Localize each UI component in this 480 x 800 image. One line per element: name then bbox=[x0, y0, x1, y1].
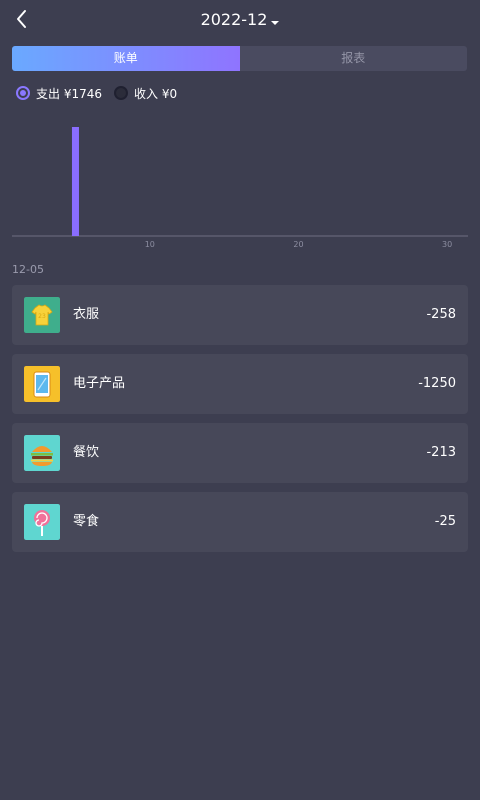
expense-label: 支出 ¥1746 bbox=[36, 86, 102, 101]
x-tick-label: 10 bbox=[145, 240, 155, 249]
x-tick-label: 20 bbox=[293, 240, 303, 249]
item-category: 餐饮 bbox=[73, 445, 100, 460]
income-radio[interactable]: 收入 ¥0 bbox=[114, 85, 177, 102]
month-label: 2022-12 bbox=[200, 10, 268, 29]
item-amount: -258 bbox=[426, 307, 456, 322]
daily-expense-chart: 10 20 30 bbox=[12, 127, 468, 249]
item-amount: -25 bbox=[434, 514, 456, 529]
item-category: 衣服 bbox=[73, 307, 100, 322]
item-category: 电子产品 bbox=[73, 376, 126, 391]
transaction-list: 23 衣服 -258 电子产品 -1250 餐饮 -213 零食 -25 bbox=[12, 285, 468, 561]
radio-unselected-icon bbox=[114, 86, 128, 100]
radio-selected-icon bbox=[16, 86, 30, 100]
shirt-icon: 23 bbox=[24, 297, 60, 333]
item-category: 零食 bbox=[73, 514, 100, 529]
item-amount: -213 bbox=[426, 445, 456, 460]
burger-icon bbox=[24, 435, 60, 471]
header-bar: 2022-12 bbox=[0, 0, 480, 40]
tab-bills[interactable]: 账单 bbox=[12, 46, 240, 71]
x-tick-label: 30 bbox=[442, 240, 452, 249]
view-tabs: 账单 报表 bbox=[12, 46, 467, 71]
list-item[interactable]: 餐饮 -213 bbox=[12, 423, 468, 483]
expense-radio[interactable]: 支出 ¥1746 bbox=[16, 85, 102, 102]
svg-text:23: 23 bbox=[38, 313, 46, 320]
list-item[interactable]: 电子产品 -1250 bbox=[12, 354, 468, 414]
income-label: 收入 ¥0 bbox=[134, 86, 178, 101]
lollipop-icon bbox=[24, 504, 60, 540]
list-item[interactable]: 23 衣服 -258 bbox=[12, 285, 468, 345]
caret-down-icon bbox=[271, 11, 280, 31]
list-item[interactable]: 零食 -25 bbox=[12, 492, 468, 552]
item-amount: -1250 bbox=[418, 376, 456, 391]
month-picker[interactable]: 2022-12 bbox=[0, 10, 480, 31]
phone-icon bbox=[24, 366, 60, 402]
tab-reports[interactable]: 报表 bbox=[240, 46, 468, 71]
type-filter: 支出 ¥1746 收入 ¥0 bbox=[16, 84, 189, 102]
chart-bar bbox=[71, 127, 79, 236]
date-group-label: 12-05 bbox=[12, 263, 44, 276]
